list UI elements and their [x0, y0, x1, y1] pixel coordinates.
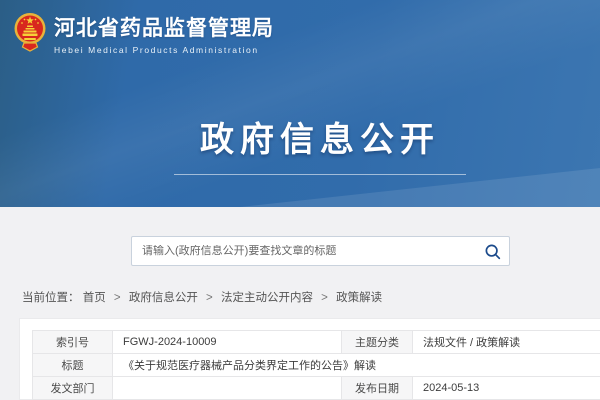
subject-category-value: 法规文件 / 政策解读 — [413, 331, 600, 354]
index-number-value: FGWJ-2024-10009 — [113, 331, 342, 354]
table-row: 标题 《关于规范医疗器械产品分类界定工作的公告》解读 — [33, 354, 600, 377]
table-row: 发文部门 发布日期 2024-05-13 — [33, 377, 600, 400]
site-header[interactable]: 河北省药品监督管理局 Hebei Medical Products Admini… — [14, 12, 274, 58]
table-row: 索引号 FGWJ-2024-10009 主题分类 法规文件 / 政策解读 — [33, 331, 600, 354]
document-info-table: 索引号 FGWJ-2024-10009 主题分类 法规文件 / 政策解读 标题 … — [32, 330, 600, 400]
index-number-label: 索引号 — [33, 331, 113, 354]
breadcrumb: 当前位置： 首页 > 政府信息公开 > 法定主动公开内容 > 政策解读 — [22, 289, 382, 305]
breadcrumb-item-home[interactable]: 首页 — [83, 292, 106, 304]
site-name-chinese: 河北省药品监督管理局 — [54, 16, 274, 42]
banner-inner: 政府信息公开 — [40, 112, 600, 175]
page: 河北省药品监督管理局 Hebei Medical Products Admini… — [0, 0, 600, 400]
document-info-card: 索引号 FGWJ-2024-10009 主题分类 法规文件 / 政策解读 标题 … — [19, 318, 600, 400]
breadcrumb-separator: > — [114, 292, 121, 304]
issuing-department-value — [113, 377, 342, 400]
title-label: 标题 — [33, 354, 113, 377]
breadcrumb-separator: > — [206, 292, 213, 304]
title-underline — [174, 174, 466, 175]
publish-date-value: 2024-05-13 — [413, 377, 600, 400]
search-box — [131, 236, 510, 266]
breadcrumb-separator: > — [321, 292, 328, 304]
search-input[interactable] — [142, 245, 482, 257]
hero-banner: 河北省药品监督管理局 Hebei Medical Products Admini… — [0, 0, 600, 207]
breadcrumb-item-info-disclosure[interactable]: 政府信息公开 — [129, 292, 198, 304]
issuing-department-label: 发文部门 — [33, 377, 113, 400]
search-button[interactable] — [482, 241, 503, 262]
breadcrumb-label: 当前位置： — [22, 292, 80, 304]
breadcrumb-item-policy-interpretation[interactable]: 政策解读 — [336, 292, 382, 304]
site-name-english: Hebei Medical Products Administration — [54, 45, 274, 55]
site-titles: 河北省药品监督管理局 Hebei Medical Products Admini… — [54, 16, 274, 55]
breadcrumb-item-statutory-disclosure[interactable]: 法定主动公开内容 — [221, 292, 313, 304]
search-icon — [484, 243, 501, 260]
title-value: 《关于规范医疗器械产品分类界定工作的公告》解读 — [113, 354, 600, 377]
subject-category-label: 主题分类 — [342, 331, 413, 354]
publish-date-label: 发布日期 — [342, 377, 413, 400]
page-title: 政府信息公开 — [40, 112, 600, 161]
china-national-emblem-icon — [14, 12, 46, 58]
